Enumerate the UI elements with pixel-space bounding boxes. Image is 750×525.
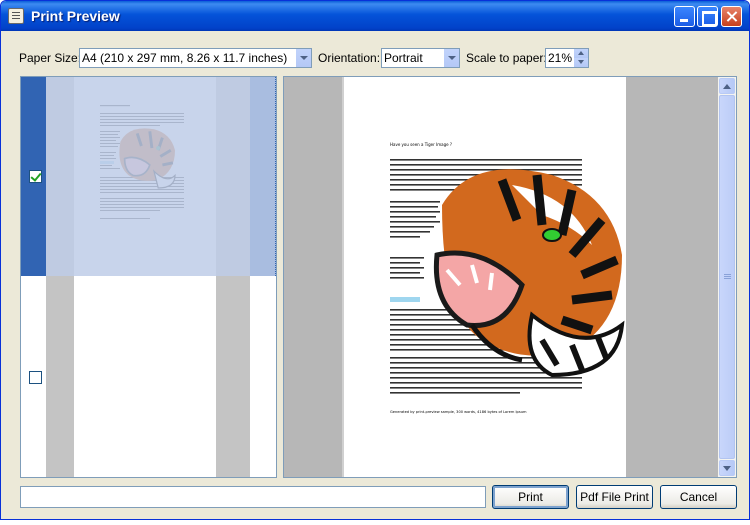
- preview-scrollbar[interactable]: [718, 77, 736, 477]
- page-body: [390, 159, 625, 394]
- scale-label: Scale to paper:: [466, 51, 547, 65]
- print-options-toolbar: Paper Size: A4 (210 x 297 mm, 8.26 x 11.…: [1, 47, 749, 69]
- page-2-checkbox[interactable]: [29, 371, 42, 384]
- status-field: [20, 486, 486, 508]
- window-title: Print Preview: [31, 8, 120, 24]
- page-thumbnail[interactable]: [46, 276, 250, 477]
- paper-size-label: Paper Size:: [19, 51, 82, 65]
- orientation-value: Portrait: [384, 51, 423, 65]
- pdf-file-print-button[interactable]: Pdf File Print: [576, 485, 653, 509]
- preview-page: Have you seen a Tiger Image ? Generated …: [344, 77, 626, 477]
- thumbnail-sheet-blank: [74, 276, 216, 477]
- paper-size-value: A4 (210 x 297 mm, 8.26 x 11.7 inches): [82, 51, 288, 65]
- chevron-down-icon[interactable]: [295, 49, 311, 67]
- scroll-down-icon[interactable]: [719, 460, 735, 476]
- scale-stepper[interactable]: 21%: [545, 48, 589, 68]
- scroll-up-icon[interactable]: [719, 78, 735, 94]
- paper-size-select[interactable]: A4 (210 x 297 mm, 8.26 x 11.7 inches): [79, 48, 312, 68]
- page-1-checkbox[interactable]: [29, 170, 42, 183]
- thumbnail-selection-overlay: [46, 77, 276, 276]
- page-thumbnail-list[interactable]: [20, 76, 277, 478]
- page-preview-pane[interactable]: Have you seen a Tiger Image ? Generated …: [283, 76, 737, 478]
- close-button[interactable]: [721, 6, 742, 27]
- preview-left-margin: [284, 77, 342, 477]
- minimize-button[interactable]: [674, 6, 695, 27]
- title-bar[interactable]: Print Preview: [1, 1, 749, 31]
- page-footer: Generated by print-preview sample, 300 w…: [390, 410, 527, 414]
- cancel-button[interactable]: Cancel: [660, 485, 737, 509]
- scale-value: 21%: [548, 51, 573, 65]
- maximize-button[interactable]: [697, 6, 718, 27]
- orientation-label: Orientation:: [318, 51, 381, 65]
- print-preview-icon: [8, 8, 24, 24]
- scrollbar-thumb[interactable]: [719, 95, 735, 459]
- desktop-strip: [0, 520, 750, 525]
- spin-down-icon[interactable]: [573, 58, 588, 67]
- orientation-select[interactable]: Portrait: [381, 48, 460, 68]
- spin-up-icon[interactable]: [573, 49, 588, 58]
- preview-right-margin: [626, 77, 718, 477]
- print-button[interactable]: Print: [492, 485, 569, 509]
- print-preview-window: Print Preview Paper Size: A4 (210 x 297 …: [0, 0, 750, 520]
- chevron-down-icon[interactable]: [443, 49, 459, 67]
